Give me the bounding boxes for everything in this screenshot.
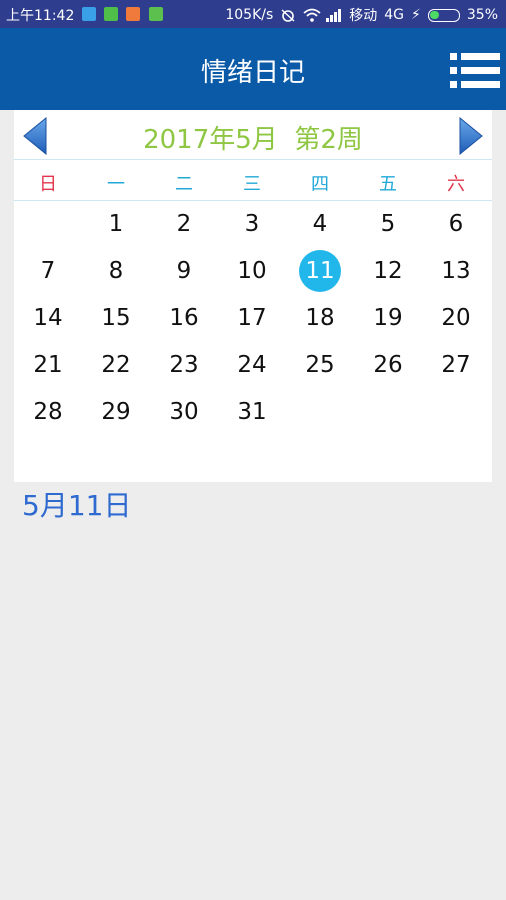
calendar-day[interactable]: 20 bbox=[422, 295, 490, 342]
calendar-day[interactable]: 18 bbox=[286, 295, 354, 342]
calendar-day[interactable]: 5 bbox=[354, 201, 422, 248]
menu-list-icon[interactable] bbox=[450, 52, 500, 88]
calendar-day[interactable]: 15 bbox=[82, 295, 150, 342]
calendar-day[interactable]: 9 bbox=[150, 248, 218, 295]
calendar-day[interactable]: 1 bbox=[82, 201, 150, 248]
battery-icon bbox=[427, 8, 460, 22]
calendar-day[interactable]: 13 bbox=[422, 248, 490, 295]
weekday-label: 四 bbox=[311, 174, 329, 195]
signal-icon bbox=[326, 8, 342, 22]
calendar-day[interactable]: 28 bbox=[14, 389, 82, 436]
weekday-label: 日 bbox=[39, 174, 57, 195]
calendar-day[interactable]: 6 bbox=[422, 201, 490, 248]
calendar-day[interactable]: 30 bbox=[150, 389, 218, 436]
weekday-label: 五 bbox=[379, 174, 397, 195]
weekday-label: 一 bbox=[107, 174, 125, 195]
app-notification-icon bbox=[104, 7, 118, 21]
calendar: 2017年5月 第2周 日一二三四五六 1 2 3 4 5 6 7 8 9 10 11 12 13 14 1… bbox=[14, 110, 492, 482]
calendar-day[interactable]: 24 bbox=[218, 342, 286, 389]
calendar-day[interactable]: 8 bbox=[82, 248, 150, 295]
page-title: 情绪日记 bbox=[200, 58, 305, 88]
status-bar: 上午11:42 105K/s 移动 4G ⚡ 35% bbox=[0, 0, 506, 28]
battery-fill bbox=[429, 10, 439, 19]
calendar-day[interactable]: 26 bbox=[354, 342, 422, 389]
calendar-day[interactable]: 21 bbox=[14, 342, 82, 389]
network-type: 4G bbox=[384, 7, 405, 23]
calendar-day[interactable]: 16 bbox=[150, 295, 218, 342]
calendar-day[interactable]: 31 bbox=[218, 389, 286, 436]
selected-date-label: 5月11日 bbox=[22, 489, 132, 522]
calendar-day[interactable]: 14 bbox=[14, 295, 82, 342]
calendar-day[interactable]: 7 bbox=[14, 248, 82, 295]
android-notification-icon bbox=[149, 7, 163, 21]
calendar-day[interactable]: 12 bbox=[354, 248, 422, 295]
weekday-label: 二 bbox=[175, 174, 193, 195]
calendar-day[interactable]: 3 bbox=[218, 201, 286, 248]
calendar-day[interactable]: 25 bbox=[286, 342, 354, 389]
app-notification-icon-2 bbox=[126, 7, 140, 21]
weekday-label: 六 bbox=[447, 174, 465, 195]
battery-percent: 35% bbox=[466, 7, 498, 23]
alarm-icon bbox=[280, 8, 296, 22]
status-time: 上午11:42 bbox=[6, 8, 75, 24]
calendar-day[interactable]: 10 bbox=[218, 248, 286, 295]
next-week-arrow-icon[interactable] bbox=[458, 116, 484, 156]
app-bar: 情绪日记 bbox=[0, 28, 506, 110]
calendar-day[interactable]: 17 bbox=[218, 295, 286, 342]
calendar-day[interactable]: 29 bbox=[82, 389, 150, 436]
wifi-icon bbox=[303, 8, 321, 22]
network-speed: 105K/s bbox=[225, 7, 274, 23]
calendar-day[interactable]: 23 bbox=[150, 342, 218, 389]
calendar-title: 2017年5月 第2周 bbox=[143, 125, 363, 155]
calendar-day[interactable]: 27 bbox=[422, 342, 490, 389]
calendar-day[interactable]: 22 bbox=[82, 342, 150, 389]
calendar-day[interactable]: 19 bbox=[354, 295, 422, 342]
calendar-day[interactable]: 4 bbox=[286, 201, 354, 248]
weekday-label: 三 bbox=[243, 174, 261, 195]
usb-notification-icon bbox=[82, 7, 96, 21]
weekday-row: 日一二三四五六 bbox=[14, 161, 492, 201]
carrier-label: 移动 bbox=[349, 8, 378, 24]
charging-icon: ⚡ bbox=[411, 7, 421, 23]
calendar-day-selected[interactable]: 11 bbox=[286, 248, 354, 295]
calendar-header: 2017年5月 第2周 bbox=[14, 110, 492, 160]
calendar-day[interactable]: 2 bbox=[150, 201, 218, 248]
